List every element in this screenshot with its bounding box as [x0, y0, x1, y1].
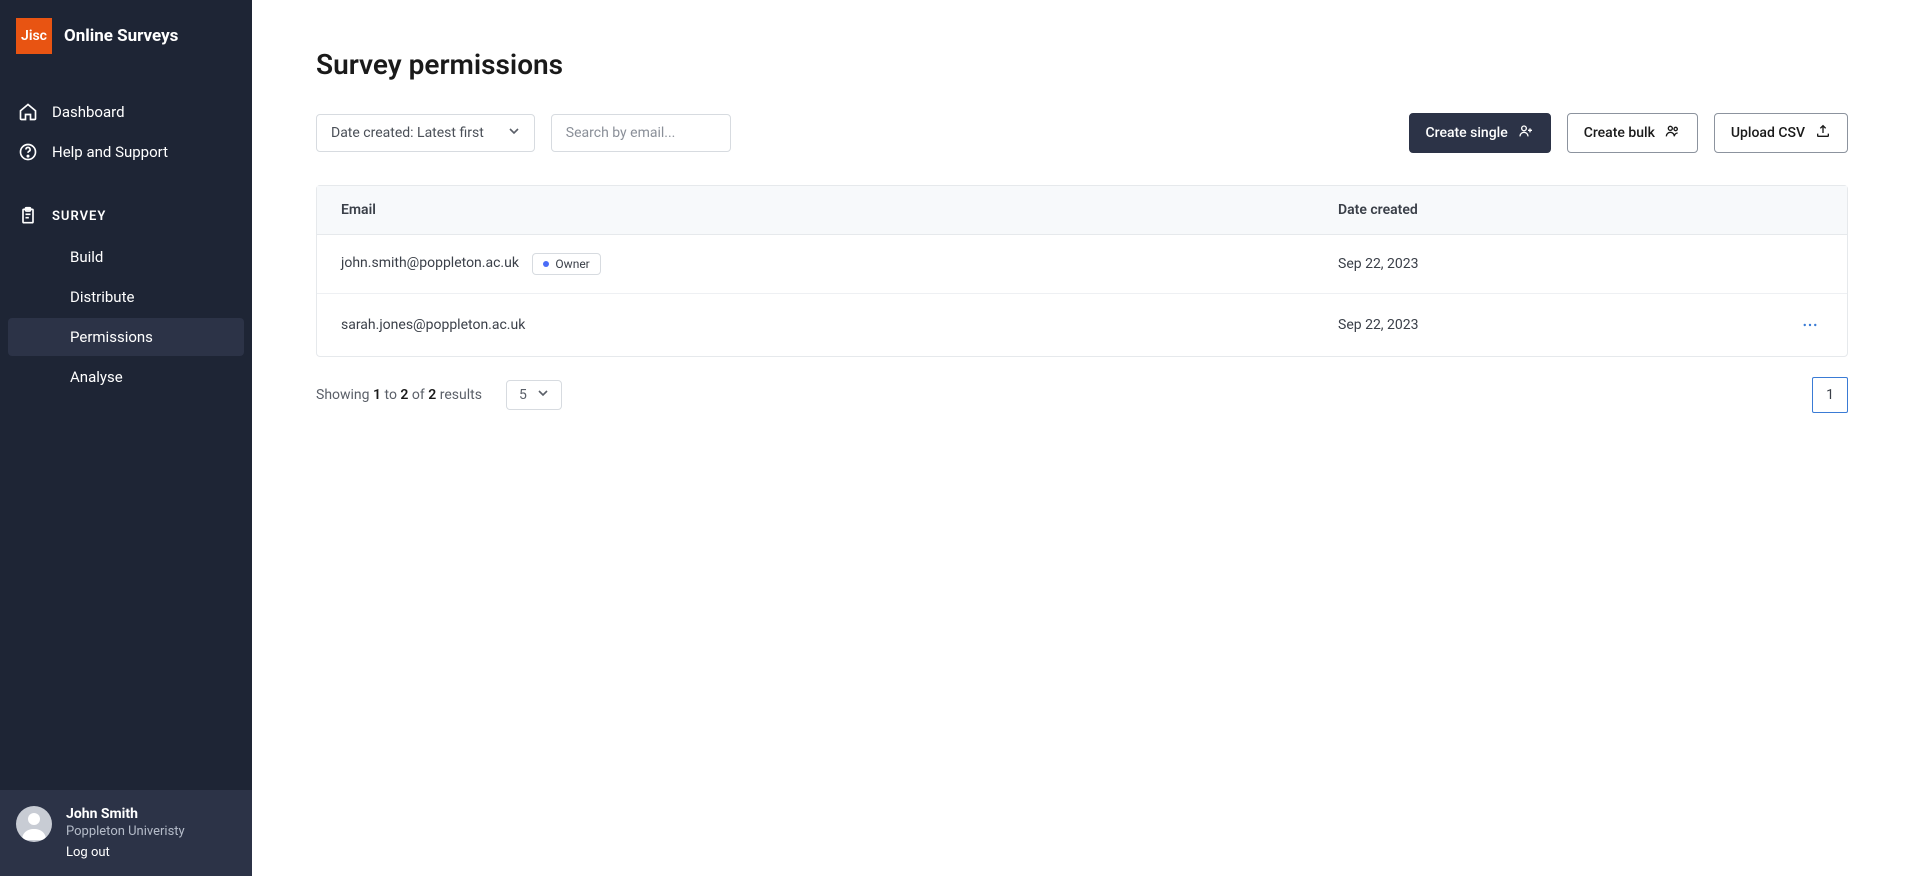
- page-title: Survey permissions: [316, 48, 1848, 81]
- create-bulk-button[interactable]: Create bulk: [1567, 113, 1698, 153]
- button-label: Create bulk: [1584, 125, 1655, 141]
- users-icon: [1665, 123, 1681, 143]
- page-size-dropdown[interactable]: 5: [506, 380, 562, 410]
- page-size-value: 5: [519, 387, 527, 403]
- cell-date: Sep 22, 2023: [1314, 235, 1773, 294]
- create-single-button[interactable]: Create single: [1409, 113, 1551, 153]
- help-icon: [18, 142, 38, 162]
- button-label: Create single: [1426, 125, 1508, 141]
- sidebar-section-survey: SURVEY: [0, 196, 252, 236]
- clipboard-icon: [18, 206, 38, 226]
- sort-dropdown[interactable]: Date created: Latest first: [316, 114, 535, 152]
- results-bar: Showing 1 to 2 of 2 results 5 1: [316, 377, 1848, 413]
- pagination: 1: [1812, 377, 1848, 413]
- user-org: Poppleton Univeristy: [66, 824, 185, 839]
- table-row: sarah.jones@poppleton.ac.uk Sep 22, 2023: [317, 294, 1847, 356]
- user-footer: John Smith Poppleton Univeristy Log out: [0, 790, 252, 876]
- search-input[interactable]: [551, 114, 731, 152]
- cell-email: sarah.jones@poppleton.ac.uk: [341, 317, 525, 333]
- upload-csv-button[interactable]: Upload CSV: [1714, 113, 1848, 153]
- avatar: [16, 806, 52, 842]
- upload-icon: [1815, 123, 1831, 143]
- sidebar-item-analyse[interactable]: Analyse: [8, 358, 244, 396]
- sort-dropdown-label: Date created: Latest first: [331, 125, 484, 141]
- brand: Jisc Online Surveys: [0, 0, 252, 72]
- sidebar-item-dashboard[interactable]: Dashboard: [0, 92, 252, 132]
- permissions-table: Email Date created john.smith@poppleton.…: [316, 185, 1848, 357]
- sidebar: Jisc Online Surveys Dashboard Help and S…: [0, 0, 252, 876]
- sidebar-item-help[interactable]: Help and Support: [0, 132, 252, 172]
- col-header-date: Date created: [1314, 186, 1773, 235]
- user-info: John Smith Poppleton Univeristy Log out: [66, 806, 185, 860]
- results-text: Showing 1 to 2 of 2 results: [316, 387, 482, 403]
- badge-label: Owner: [555, 257, 589, 271]
- col-header-email: Email: [317, 186, 1314, 235]
- home-icon: [18, 102, 38, 122]
- cell-date: Sep 22, 2023: [1314, 294, 1773, 356]
- main-content: Survey permissions Date created: Latest …: [252, 0, 1912, 876]
- table-row: john.smith@poppleton.ac.uk Owner Sep 22,…: [317, 235, 1847, 294]
- page-button[interactable]: 1: [1812, 377, 1848, 413]
- user-name: John Smith: [66, 806, 185, 822]
- sidebar-item-build[interactable]: Build: [8, 238, 244, 276]
- cell-email: john.smith@poppleton.ac.uk: [341, 255, 519, 271]
- logo: Jisc: [16, 18, 52, 54]
- badge-dot-icon: [543, 261, 549, 267]
- sidebar-section-label: SURVEY: [52, 209, 106, 224]
- owner-badge: Owner: [532, 253, 600, 275]
- sidebar-nav: Dashboard Help and Support SURVEY Build …: [0, 72, 252, 790]
- row-actions-button[interactable]: [1797, 312, 1823, 338]
- toolbar: Date created: Latest first Create single…: [316, 113, 1848, 153]
- logout-link[interactable]: Log out: [66, 845, 185, 860]
- button-label: Upload CSV: [1731, 125, 1805, 141]
- col-header-actions: [1773, 186, 1847, 235]
- sidebar-item-distribute[interactable]: Distribute: [8, 278, 244, 316]
- sidebar-item-label: Help and Support: [52, 143, 168, 161]
- user-plus-icon: [1518, 123, 1534, 143]
- sidebar-item-label: Dashboard: [52, 103, 125, 121]
- chevron-down-icon: [537, 387, 549, 403]
- brand-name: Online Surveys: [64, 26, 178, 46]
- chevron-down-icon: [508, 125, 520, 141]
- sidebar-item-permissions[interactable]: Permissions: [8, 318, 244, 356]
